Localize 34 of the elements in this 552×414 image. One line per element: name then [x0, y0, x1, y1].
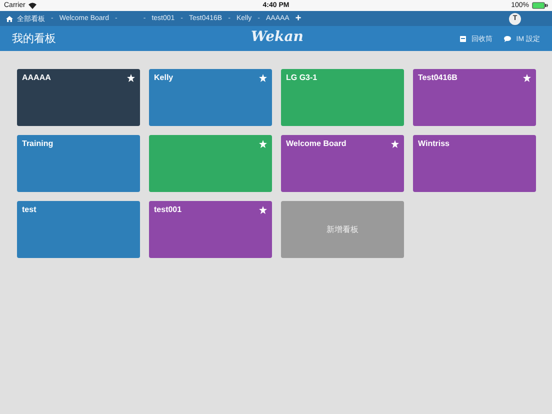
board-tile[interactable]: LG G3-1 — [281, 69, 404, 126]
wekan-logo: Wekan — [251, 29, 304, 45]
battery-icon — [532, 2, 548, 9]
board-tile[interactable]: Test0416B — [413, 69, 536, 126]
board-tile[interactable]: test — [17, 201, 140, 258]
star-icon[interactable] — [391, 140, 399, 148]
board-tile[interactable]: Welcome Board — [281, 135, 404, 192]
board-title: Training — [22, 139, 54, 148]
star-icon[interactable] — [259, 74, 267, 82]
board-title: test — [22, 205, 36, 214]
chat-icon — [504, 36, 512, 42]
board-title: test001 — [154, 205, 182, 214]
wifi-icon — [28, 2, 38, 9]
home-icon — [6, 16, 13, 22]
archive-icon — [460, 36, 466, 42]
board-tile[interactable]: Kelly — [149, 69, 272, 126]
board-title: Wintriss — [418, 139, 450, 148]
board-tile[interactable]: Training — [17, 135, 140, 192]
board-title: Welcome Board — [286, 139, 346, 148]
board-title: Test0416B — [418, 73, 458, 82]
star-icon[interactable] — [259, 140, 267, 148]
board-title: AAAAA — [22, 73, 51, 82]
board-tile[interactable] — [149, 135, 272, 192]
add-board-link[interactable]: + — [295, 13, 302, 24]
board-title: Kelly — [154, 73, 174, 82]
board-title: LG G3-1 — [286, 73, 318, 82]
board-tile[interactable]: AAAAA — [17, 69, 140, 126]
add-board-tile[interactable]: 新增看板 — [281, 201, 404, 258]
star-icon[interactable] — [127, 74, 135, 82]
star-icon[interactable] — [259, 206, 267, 214]
page-title: 我的看板 — [12, 32, 56, 46]
star-icon[interactable] — [523, 74, 531, 82]
board-tile[interactable]: Wintriss — [413, 135, 536, 192]
board-tile[interactable]: test001 — [149, 201, 272, 258]
